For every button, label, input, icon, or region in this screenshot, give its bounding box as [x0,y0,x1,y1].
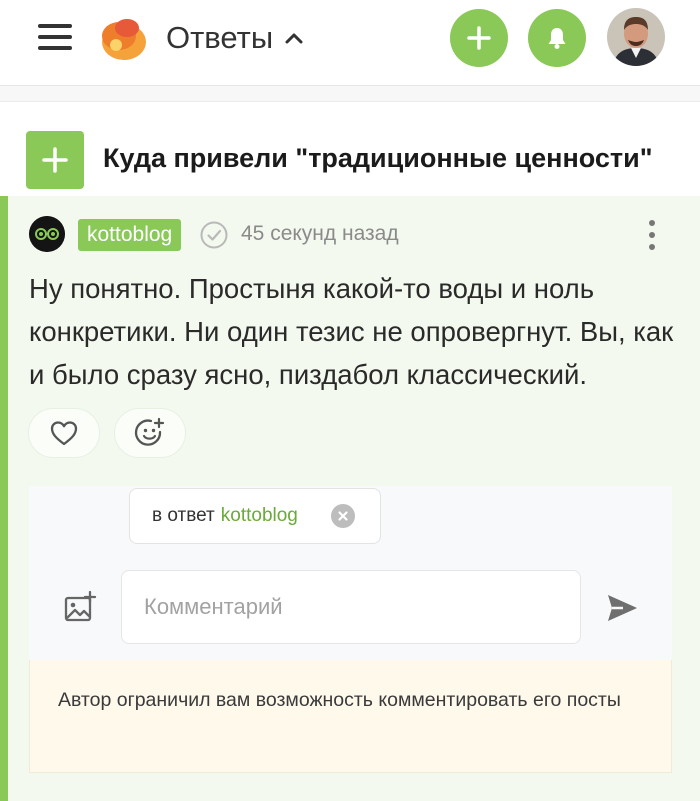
comment-input[interactable] [121,570,581,644]
comment-time: 45 секунд назад [241,222,399,245]
comment-author[interactable]: kottoblog [78,219,182,251]
reply-prefix: в ответ [152,505,215,526]
section-switcher[interactable]: Ответы [166,18,305,58]
emoji-add-icon [134,417,165,446]
verified-check-icon [200,221,228,249]
notifications-button[interactable] [528,9,586,67]
heart-icon [50,421,78,446]
plus-icon [467,26,491,50]
menu-icon[interactable] [38,22,72,52]
close-icon[interactable] [331,504,355,528]
section-label: Ответы [166,20,274,55]
user-avatar[interactable] [607,8,665,66]
send-icon[interactable] [603,590,641,626]
comment-text: Ну понятно. Простыня какой-то воды и нол… [29,273,674,390]
comment-thread-line[interactable] [0,196,8,801]
expand-post-button[interactable] [26,131,84,189]
x-mark [338,511,348,521]
portrait-image [607,8,665,66]
add-reaction-button[interactable] [114,408,186,458]
top-header: Ответы [0,0,700,86]
more-options-icon[interactable] [640,218,664,252]
post-header: Куда привели "традиционные ценности" [0,103,700,196]
header-divider [0,86,700,102]
comment-restriction-notice [29,660,672,773]
like-button[interactable] [28,408,100,458]
commenter-avatar[interactable] [29,216,65,252]
post-title[interactable]: Куда привели "традиционные ценности" [103,143,653,174]
chevron-up-icon [285,33,303,44]
bell-icon [548,28,566,49]
create-post-button[interactable] [450,9,508,67]
notice-text: Автор ограничил вам возможность комменти… [58,689,621,711]
reply-target[interactable]: kottoblog [221,505,298,527]
plus-icon [42,147,68,173]
site-logo[interactable] [97,12,151,66]
add-image-icon[interactable] [62,590,98,626]
